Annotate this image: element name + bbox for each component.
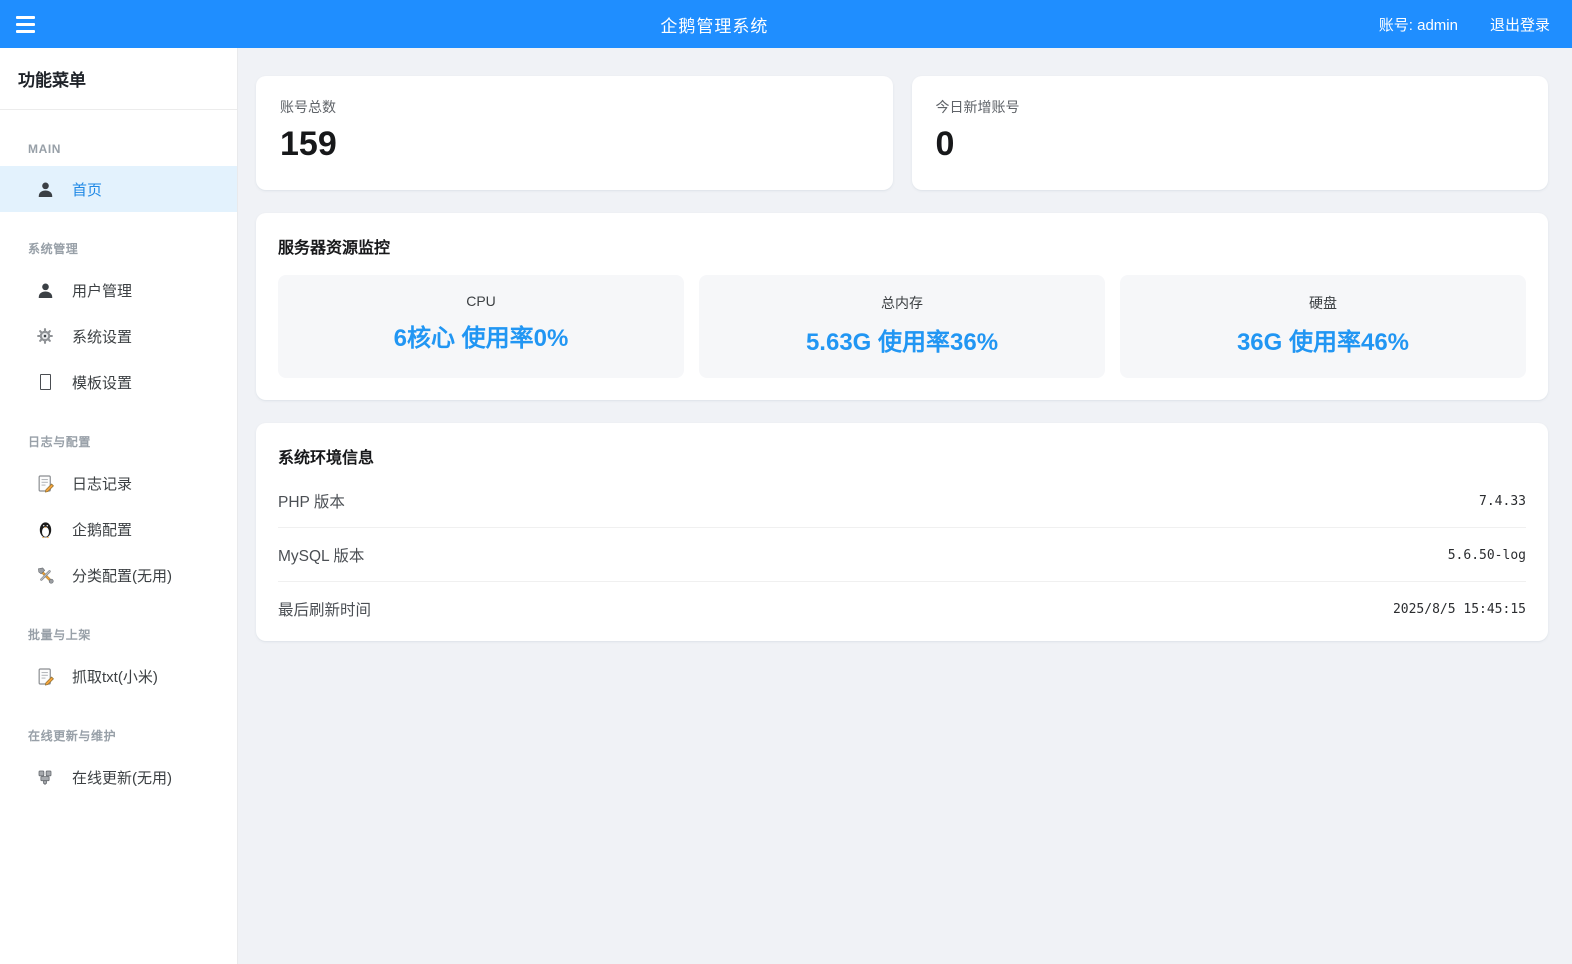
user-icon [34, 178, 56, 200]
system-env-title: 系统环境信息 [278, 444, 1526, 468]
sidebar-item-label: 抓取txt(小米) [72, 666, 158, 687]
server-monitor-card: 服务器资源监控 CPU 6核心 使用率0% 总内存 5.63G 使用率36% 硬… [256, 213, 1548, 400]
server-monitor-title: 服务器资源监控 [278, 234, 1526, 258]
monitor-label: 硬盘 [1130, 293, 1516, 313]
env-label: PHP 版本 [278, 490, 345, 512]
env-row-php: PHP 版本 7.4.33 [278, 474, 1526, 528]
stat-cards-row: 账号总数 159 今日新增账号 0 [256, 76, 1548, 190]
monitor-value: 36G 使用率46% [1130, 322, 1516, 357]
env-value: 7.4.33 [1479, 494, 1526, 509]
sidebar-item-label: 分类配置(无用) [72, 565, 172, 586]
stat-value: 159 [280, 126, 869, 163]
sidebar-item-label: 系统设置 [72, 326, 132, 347]
user-icon [34, 279, 56, 301]
env-row-last-refresh: 最后刷新时间 2025/8/5 15:45:15 [278, 582, 1526, 635]
system-env-rows: PHP 版本 7.4.33 MySQL 版本 5.6.50-log 最后刷新时间… [278, 474, 1526, 635]
sidebar-item-system-settings[interactable]: 系统设置 [0, 313, 237, 359]
stat-card-new-accounts-today: 今日新增账号 0 [912, 76, 1549, 190]
sidebar-item-label: 首页 [72, 179, 102, 200]
server-monitor-grid: CPU 6核心 使用率0% 总内存 5.63G 使用率36% 硬盘 36G 使用… [278, 275, 1526, 378]
template-icon [34, 371, 56, 393]
monitor-label: CPU [288, 293, 674, 309]
monitor-item-memory: 总内存 5.63G 使用率36% [699, 275, 1105, 378]
sidebar-nav: MAIN 首页 系统管理 用户管理 [0, 142, 237, 800]
system-env-card: 系统环境信息 PHP 版本 7.4.33 MySQL 版本 5.6.50-log… [256, 423, 1548, 641]
hamburger-icon [16, 16, 35, 19]
env-row-mysql: MySQL 版本 5.6.50-log [278, 528, 1526, 582]
sidebar: 功能菜单 MAIN 首页 系统管理 用户管理 [0, 48, 238, 964]
update-icon [34, 766, 56, 788]
main-content: 账号总数 159 今日新增账号 0 服务器资源监控 CPU 6核心 使用率0% … [238, 48, 1572, 964]
sidebar-item-label: 用户管理 [72, 280, 132, 301]
sidebar-item-category-config[interactable]: 分类配置(无用) [0, 552, 237, 598]
nav-section-logs: 日志与配置 [28, 433, 219, 450]
logout-button[interactable]: 退出登录 [1490, 14, 1550, 35]
env-label: 最后刷新时间 [278, 598, 371, 620]
env-value: 2025/8/5 15:45:15 [1393, 602, 1526, 617]
app-title: 企鹅管理系统 [50, 12, 1379, 37]
sidebar-item-penguin-config[interactable]: 企鹅配置 [0, 506, 237, 552]
sidebar-item-grab-txt[interactable]: 抓取txt(小米) [0, 653, 237, 699]
monitor-value: 6核心 使用率0% [288, 318, 674, 353]
nav-section-main: MAIN [28, 142, 219, 156]
sidebar-item-template-settings[interactable]: 模板设置 [0, 359, 237, 405]
sidebar-item-label: 模板设置 [72, 372, 132, 393]
memo-icon [34, 472, 56, 494]
sidebar-item-label: 日志记录 [72, 473, 132, 494]
gear-icon [34, 325, 56, 347]
stat-label: 今日新增账号 [936, 97, 1525, 117]
stat-card-total-accounts: 账号总数 159 [256, 76, 893, 190]
sidebar-item-user-management[interactable]: 用户管理 [0, 267, 237, 313]
stat-label: 账号总数 [280, 97, 869, 117]
nav-section-batch: 批量与上架 [28, 626, 219, 643]
sidebar-title: 功能菜单 [0, 48, 237, 110]
account-label: 账号: admin [1379, 14, 1458, 35]
memo-icon [34, 665, 56, 687]
topbar-right: 账号: admin 退出登录 [1379, 14, 1550, 35]
monitor-item-disk: 硬盘 36G 使用率46% [1120, 275, 1526, 378]
env-value: 5.6.50-log [1448, 548, 1526, 563]
stat-value: 0 [936, 126, 1525, 163]
env-label: MySQL 版本 [278, 544, 364, 566]
sidebar-item-home[interactable]: 首页 [0, 166, 237, 212]
monitor-label: 总内存 [709, 293, 1095, 313]
sidebar-item-log-records[interactable]: 日志记录 [0, 460, 237, 506]
nav-section-update: 在线更新与维护 [28, 727, 219, 744]
tools-icon [34, 564, 56, 586]
top-bar: 企鹅管理系统 账号: admin 退出登录 [0, 0, 1572, 48]
monitor-item-cpu: CPU 6核心 使用率0% [278, 275, 684, 378]
sidebar-item-label: 企鹅配置 [72, 519, 132, 540]
penguin-icon [34, 518, 56, 540]
sidebar-item-label: 在线更新(无用) [72, 767, 172, 788]
nav-section-system: 系统管理 [28, 240, 219, 257]
monitor-value: 5.63G 使用率36% [709, 322, 1095, 357]
menu-toggle-button[interactable] [16, 7, 50, 41]
sidebar-item-online-update[interactable]: 在线更新(无用) [0, 754, 237, 800]
